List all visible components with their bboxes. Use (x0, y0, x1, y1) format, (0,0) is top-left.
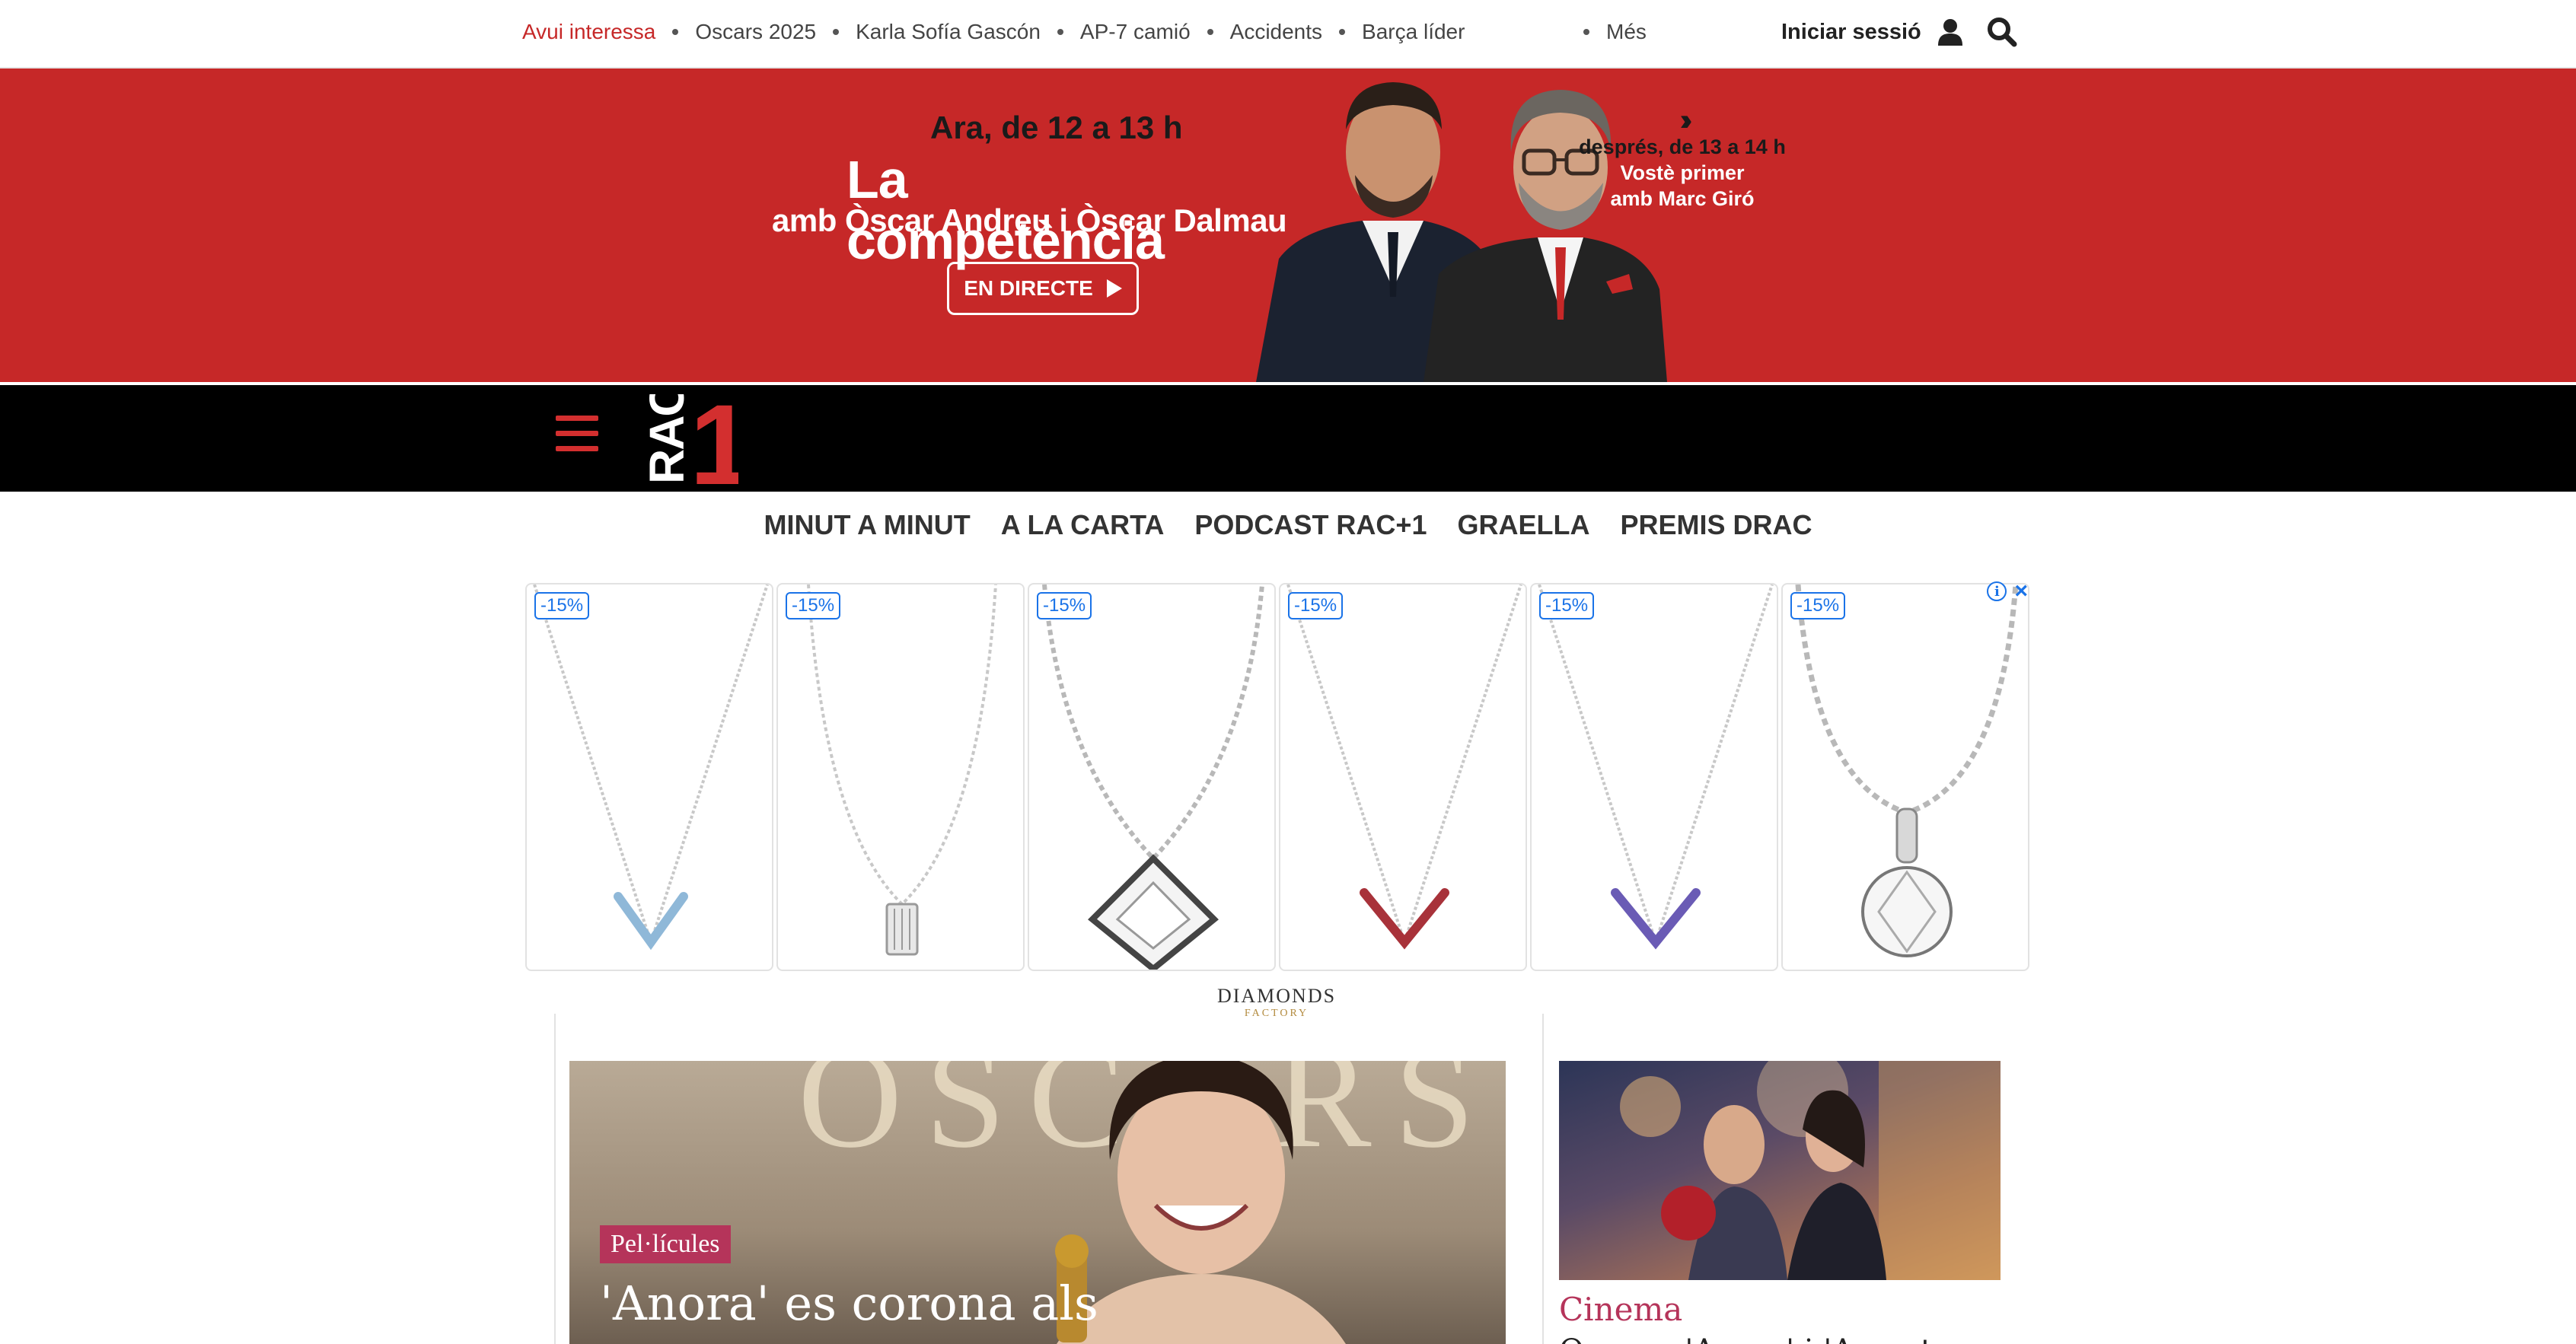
hamburger-icon (556, 416, 598, 421)
necklace-image (1538, 584, 1774, 950)
next-show-title: Vostè primer (1620, 161, 1745, 184)
ad-product-card[interactable]: -15% (525, 583, 773, 971)
hamburger-line (556, 431, 598, 436)
secondary-article-photo[interactable] (1559, 1061, 2001, 1280)
current-slot: Ara, de 12 a 13 h (930, 110, 1183, 145)
movie-still (1620, 1061, 2001, 1280)
separator-dot (672, 29, 679, 35)
hamburger-menu-button[interactable] (556, 416, 598, 458)
next-slot: després, de 13 a 14 h (1579, 135, 1786, 158)
more-topics-label: Més (1606, 20, 1647, 43)
ad-product-card[interactable]: -15% (1530, 583, 1778, 971)
lead-article-photo[interactable]: OSCARS Pel·lícules 'Anora' es corona als (569, 1061, 1506, 1344)
search-icon (1988, 18, 2017, 47)
separator-dot (1057, 29, 1063, 35)
close-icon[interactable]: × (2014, 580, 2028, 603)
trending-item[interactable]: Accidents (1230, 20, 1322, 44)
ad-choices: i × (1987, 580, 2028, 603)
nav-podcast[interactable]: PODCAST RAC+1 (1194, 509, 1427, 541)
play-icon (1106, 279, 1122, 298)
discount-badge: -15% (1790, 592, 1846, 619)
nav-premis-drac[interactable]: PREMIS DRAC (1620, 509, 1812, 541)
discount-badge: -15% (534, 592, 590, 619)
ad-product-card[interactable]: -15% (1279, 583, 1527, 971)
ad-brand-name[interactable]: DIAMONDS (525, 985, 2028, 1008)
nav-graella[interactable]: GRAELLA (1457, 509, 1589, 541)
logo-rac-text: RAC (639, 394, 694, 484)
secondary-headline[interactable]: Oscars: 'Anora' i 'Amant (1559, 1333, 1933, 1344)
top-trending-bar: Avui interessa Oscars 2025 Karla Sofía G… (0, 0, 2576, 68)
live-button[interactable]: EN DIRECTE (947, 262, 1139, 315)
necklace-image (1795, 584, 2019, 957)
hamburger-line (556, 446, 598, 451)
logo-digit: 1 (690, 394, 738, 486)
lead-article: OSCARS Pel·lícules 'Anora' es corona als (554, 1014, 1516, 1344)
secondary-article: Cinema Oscars: 'Anora' i 'Amant (1542, 1014, 2014, 1344)
trending-topics: Avui interessa Oscars 2025 Karla Sofía G… (522, 0, 1465, 64)
trending-item[interactable]: Oscars 2025 (695, 20, 816, 44)
section-nav: MINUT A MINUT A LA CARTA PODCAST RAC+1 G… (0, 502, 2576, 548)
ad-product-card[interactable]: -15% (776, 583, 1025, 971)
discount-badge: -15% (1288, 592, 1344, 619)
next-show: ›› després, de 13 a 14 h Vostè primer am… (1576, 104, 1789, 212)
separator-dot (1339, 29, 1346, 35)
category-tag[interactable]: Pel·lícules (600, 1225, 731, 1263)
trending-item[interactable]: Barça líder (1362, 20, 1465, 44)
separator-dot (1207, 29, 1213, 35)
nav-minut-a-minut[interactable]: MINUT A MINUT (764, 509, 970, 541)
live-show-banner[interactable]: Ara, de 12 a 13 h La competència amb Òsc… (0, 68, 2576, 382)
trending-item[interactable]: Karla Sofía Gascón (856, 20, 1041, 44)
discount-badge: -15% (1539, 592, 1595, 619)
brand-bar: RAC 1 (0, 385, 2576, 492)
double-chevron-icon: ›› (1679, 104, 1693, 137)
necklace-image (533, 584, 769, 951)
jewelry-ad: -15% -15% -15% -15% -15% -15% i × DIAMON… (525, 580, 2029, 1024)
trending-item[interactable]: AP-7 camió (1080, 20, 1191, 44)
category-tag[interactable]: Cinema (1559, 1291, 1682, 1328)
nav-a-la-carta[interactable]: A LA CARTA (1001, 509, 1165, 541)
info-icon[interactable]: i (1987, 581, 2007, 601)
discount-badge: -15% (786, 592, 841, 619)
necklace-image (807, 584, 997, 956)
separator-dot (1583, 29, 1589, 35)
live-button-label: EN DIRECTE (964, 276, 1093, 300)
more-topics-button[interactable]: Més (1583, 0, 1647, 64)
current-show-hosts: amb Òscar Andreu i Òscar Dalmau (772, 202, 1287, 238)
search-button[interactable] (1985, 15, 2019, 49)
necklace-image (1042, 584, 1264, 970)
separator-dot (833, 29, 840, 35)
rac1-logo[interactable]: RAC 1 (639, 394, 738, 486)
user-icon (1937, 19, 1962, 46)
next-show-host: amb Marc Giró (1610, 187, 1755, 210)
necklace-image (1286, 584, 1522, 950)
login-label: Iniciar sessió (1781, 19, 1921, 44)
lead-headline[interactable]: 'Anora' es corona als (600, 1276, 1098, 1331)
ad-product-card[interactable]: -15% (1781, 583, 2029, 971)
ad-product-card[interactable]: -15% (1028, 583, 1276, 971)
discount-badge: -15% (1037, 592, 1092, 619)
trending-label: Avui interessa (522, 20, 656, 43)
login-button[interactable]: Iniciar sessió (1781, 0, 1962, 64)
